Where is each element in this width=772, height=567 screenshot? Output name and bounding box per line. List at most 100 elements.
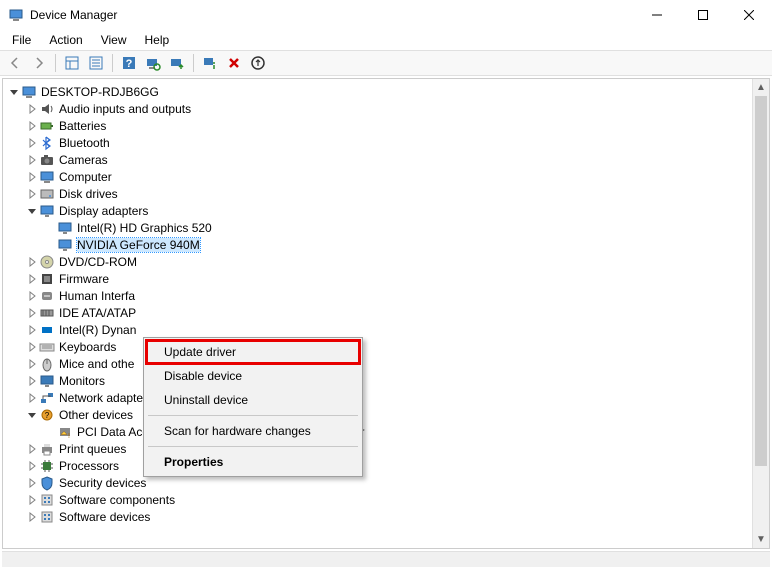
uninstall-button[interactable] bbox=[199, 52, 221, 74]
horizontal-scrollbar[interactable] bbox=[2, 551, 770, 567]
chevron-right-icon[interactable] bbox=[25, 306, 39, 320]
scan-hardware-button[interactable] bbox=[142, 52, 164, 74]
tree-node-label: Intel(R) Dynan bbox=[59, 323, 136, 337]
cm-scan-hardware[interactable]: Scan for hardware changes bbox=[146, 419, 360, 443]
tree-node-label: Firmware bbox=[59, 272, 109, 286]
chevron-right-icon[interactable] bbox=[25, 289, 39, 303]
show-hide-tree-button[interactable] bbox=[61, 52, 83, 74]
tree-node[interactable]: IDE ATA/ATAP bbox=[7, 304, 769, 321]
tree-node[interactable]: Audio inputs and outputs bbox=[7, 100, 769, 117]
svg-text:?: ? bbox=[45, 411, 50, 420]
back-button[interactable] bbox=[4, 52, 26, 74]
chevron-right-icon[interactable] bbox=[25, 374, 39, 388]
display-icon bbox=[57, 220, 73, 236]
scroll-track[interactable] bbox=[753, 96, 769, 531]
tree-node[interactable]: DESKTOP-RDJB6GG bbox=[7, 83, 769, 100]
forward-button[interactable] bbox=[28, 52, 50, 74]
tree-node[interactable]: Print queues bbox=[7, 440, 769, 457]
app-icon bbox=[8, 7, 24, 23]
tree-node[interactable]: Keyboards bbox=[7, 338, 769, 355]
tree-node-label: Intel(R) HD Graphics 520 bbox=[77, 221, 212, 235]
chevron-down-icon[interactable] bbox=[25, 204, 39, 218]
chevron-right-icon[interactable] bbox=[25, 136, 39, 150]
tree-node[interactable]: Cameras bbox=[7, 151, 769, 168]
chevron-right-icon[interactable] bbox=[25, 153, 39, 167]
properties-button[interactable] bbox=[85, 52, 107, 74]
help-button[interactable]: ? bbox=[118, 52, 140, 74]
tree-node[interactable]: Display adapters bbox=[7, 202, 769, 219]
disable-button[interactable] bbox=[223, 52, 245, 74]
chevron-right-icon[interactable] bbox=[25, 102, 39, 116]
cm-disable-device[interactable]: Disable device bbox=[146, 364, 360, 388]
tree-node[interactable]: Batteries bbox=[7, 117, 769, 134]
bluetooth-icon bbox=[39, 135, 55, 151]
tree-node[interactable]: Software devices bbox=[7, 508, 769, 525]
tree-node[interactable]: Human Interfa bbox=[7, 287, 769, 304]
chevron-right-icon[interactable] bbox=[25, 510, 39, 524]
content-area: DESKTOP-RDJB6GGAudio inputs and outputsB… bbox=[2, 78, 770, 549]
menu-action[interactable]: Action bbox=[41, 31, 90, 49]
window-title: Device Manager bbox=[30, 8, 634, 22]
cm-properties[interactable]: Properties bbox=[146, 450, 360, 474]
titlebar: Device Manager bbox=[0, 0, 772, 30]
tree-node-label: DESKTOP-RDJB6GG bbox=[41, 85, 159, 99]
cm-update-driver[interactable]: Update driver bbox=[146, 340, 360, 364]
menu-view[interactable]: View bbox=[93, 31, 135, 49]
tree-node[interactable]: ?Other devices bbox=[7, 406, 769, 423]
tree-node[interactable]: Disk drives bbox=[7, 185, 769, 202]
tree-node[interactable]: Network adapters bbox=[7, 389, 769, 406]
menu-file[interactable]: File bbox=[4, 31, 39, 49]
tree-node[interactable]: Processors bbox=[7, 457, 769, 474]
update-driver-button[interactable] bbox=[166, 52, 188, 74]
warning-icon: ! bbox=[57, 424, 73, 440]
tree-node[interactable]: Monitors bbox=[7, 372, 769, 389]
chevron-right-icon[interactable] bbox=[25, 459, 39, 473]
chevron-right-icon[interactable] bbox=[25, 187, 39, 201]
chevron-right-icon[interactable] bbox=[25, 442, 39, 456]
tree-node[interactable]: Security devices bbox=[7, 474, 769, 491]
chevron-down-icon[interactable] bbox=[25, 408, 39, 422]
menu-help[interactable]: Help bbox=[137, 31, 178, 49]
tree-node-label: Keyboards bbox=[59, 340, 116, 354]
device-tree[interactable]: DESKTOP-RDJB6GGAudio inputs and outputsB… bbox=[3, 79, 769, 548]
monitor-icon bbox=[39, 373, 55, 389]
tree-node[interactable]: Mice and othe bbox=[7, 355, 769, 372]
close-button[interactable] bbox=[726, 0, 772, 30]
cm-uninstall-device[interactable]: Uninstall device bbox=[146, 388, 360, 412]
tree-node[interactable]: !PCI Data Acquisition and Signal Process… bbox=[7, 423, 769, 440]
scroll-up-arrow[interactable]: ▲ bbox=[753, 79, 769, 96]
chevron-right-icon[interactable] bbox=[25, 170, 39, 184]
tree-node-label: IDE ATA/ATAP bbox=[59, 306, 136, 320]
tree-node[interactable]: Intel(R) HD Graphics 520 bbox=[7, 219, 769, 236]
tree-node-label: Audio inputs and outputs bbox=[59, 102, 191, 116]
enable-button[interactable] bbox=[247, 52, 269, 74]
tree-node[interactable]: Firmware bbox=[7, 270, 769, 287]
tree-node[interactable]: NVIDIA GeForce 940M bbox=[7, 236, 769, 253]
tree-node[interactable]: Bluetooth bbox=[7, 134, 769, 151]
scroll-thumb[interactable] bbox=[755, 96, 767, 466]
chevron-right-icon[interactable] bbox=[25, 119, 39, 133]
mouse-icon bbox=[39, 356, 55, 372]
chevron-right-icon[interactable] bbox=[25, 357, 39, 371]
chevron-right-icon[interactable] bbox=[25, 340, 39, 354]
chevron-right-icon[interactable] bbox=[25, 323, 39, 337]
security-icon bbox=[39, 475, 55, 491]
scroll-down-arrow[interactable]: ▼ bbox=[753, 531, 769, 548]
vertical-scrollbar[interactable]: ▲ ▼ bbox=[752, 79, 769, 548]
tree-node[interactable]: Computer bbox=[7, 168, 769, 185]
tree-node[interactable]: Intel(R) Dynan bbox=[7, 321, 769, 338]
chevron-right-icon[interactable] bbox=[25, 476, 39, 490]
tree-node-label: Security devices bbox=[59, 476, 146, 490]
chevron-right-icon[interactable] bbox=[25, 272, 39, 286]
svg-text:!: ! bbox=[68, 433, 70, 440]
tree-node-label: DVD/CD-ROM bbox=[59, 255, 137, 269]
chevron-right-icon[interactable] bbox=[25, 391, 39, 405]
tree-node[interactable]: Software components bbox=[7, 491, 769, 508]
minimize-button[interactable] bbox=[634, 0, 680, 30]
tree-node[interactable]: DVD/CD-ROM bbox=[7, 253, 769, 270]
maximize-button[interactable] bbox=[680, 0, 726, 30]
tree-node-label: Monitors bbox=[59, 374, 105, 388]
chevron-down-icon[interactable] bbox=[7, 85, 21, 99]
chevron-right-icon[interactable] bbox=[25, 493, 39, 507]
chevron-right-icon[interactable] bbox=[25, 255, 39, 269]
